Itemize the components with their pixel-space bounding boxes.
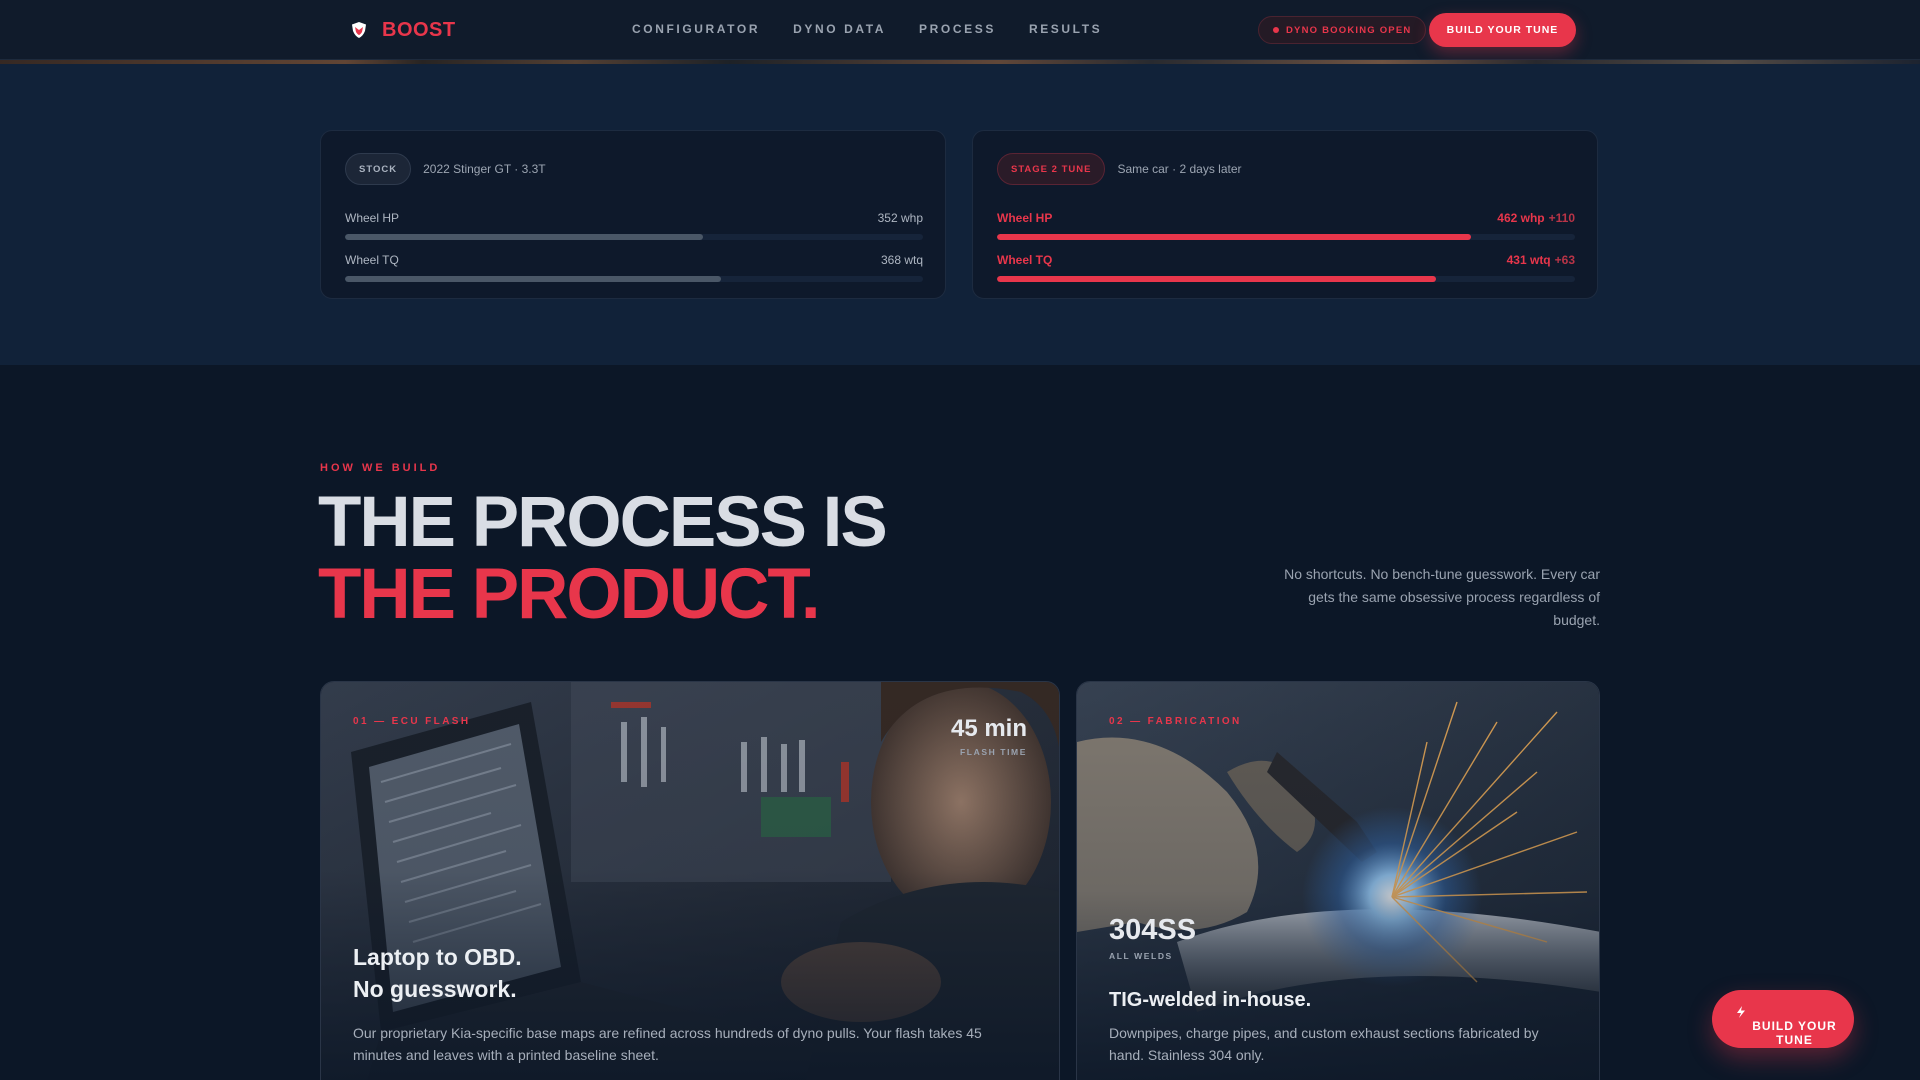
metric-value: 462 whp: [1497, 211, 1545, 225]
floating-build-your-tune-button[interactable]: BUILD YOUR TUNE: [1712, 990, 1854, 1048]
brand-logo[interactable]: BOOST: [350, 18, 456, 42]
progress-fill: [345, 234, 704, 240]
car-subtitle: Same car · 2 days later: [1117, 162, 1242, 176]
stat-caption: ALL WELDS: [1109, 951, 1173, 961]
nav-links: CONFIGURATOR DYNO DATA PROCESS RESULTS: [632, 22, 1102, 36]
metric-label: Wheel HP: [997, 211, 1053, 225]
booking-status-text: DYNO BOOKING OPEN: [1286, 24, 1412, 36]
brand-name: BOOST: [382, 18, 456, 41]
progress-track: [345, 276, 923, 282]
card-description: Downpipes, charge pipes, and custom exha…: [1109, 1025, 1539, 1063]
car-subtitle: 2022 Stinger GT · 3.3T: [423, 162, 546, 176]
nav-link-process[interactable]: PROCESS: [919, 22, 996, 36]
metric-wheel-tq: Wheel TQ 368 wtq: [345, 253, 923, 282]
metric-wheel-hp: Wheel HP 462 whp +110: [997, 211, 1575, 240]
tig-welding-photo: [1077, 682, 1599, 1080]
metric-delta: +110: [1548, 211, 1575, 225]
section-eyebrow: HOW WE BUILD: [320, 462, 441, 474]
dyno-comparison-section: STOCK 2022 Stinger GT · 3.3T Wheel HP 35…: [0, 64, 1920, 365]
metric-value: 431 wtq: [1506, 253, 1551, 267]
build-your-tune-button[interactable]: BUILD YOUR TUNE: [1429, 13, 1576, 47]
card-header: STAGE 2 TUNE Same car · 2 days later: [997, 153, 1242, 185]
stage2-results-card: STAGE 2 TUNE Same car · 2 days later Whe…: [972, 130, 1598, 299]
stat-caption: FLASH TIME: [960, 747, 1027, 757]
nav-link-configurator[interactable]: CONFIGURATOR: [632, 22, 760, 36]
dyno-booking-status-badge: DYNO BOOKING OPEN: [1258, 16, 1427, 44]
metric-label: Wheel TQ: [345, 253, 399, 267]
progress-fill: [345, 276, 721, 282]
material-stat: 304SS ALL WELDS: [1109, 914, 1196, 961]
mechanic-laptop-photo: [321, 682, 1059, 1080]
ecu-flash-card[interactable]: 01 — ECU FLASH 45 min FLASH TIME Laptop …: [320, 681, 1060, 1080]
metric-label: Wheel HP: [345, 211, 400, 225]
section-intro: No shortcuts. No bench-tune guesswork. E…: [1284, 566, 1600, 628]
card-title: Laptop to OBD. No guesswork.: [353, 941, 773, 1005]
nav-link-dyno-data[interactable]: DYNO DATA: [793, 22, 886, 36]
status-dot-icon: [1273, 27, 1279, 33]
headline-line-2: THE PRODUCT.: [318, 555, 821, 634]
stat-value: 304SS: [1109, 914, 1197, 946]
progress-fill: [997, 276, 1437, 282]
metric-value: 352 whp: [877, 211, 923, 225]
card-title-line-1: Laptop to OBD.: [353, 944, 522, 970]
progress-track: [997, 234, 1575, 240]
shield-logo-icon: [352, 22, 366, 38]
section-headline: THE PROCESS IS THE PRODUCT.: [318, 483, 888, 634]
metric-wheel-hp: Wheel HP 352 whp: [345, 211, 923, 240]
flash-time-stat: 45 min FLASH TIME: [951, 715, 1027, 757]
card-header: STOCK 2022 Stinger GT · 3.3T: [345, 153, 546, 185]
progress-fill: [997, 234, 1471, 240]
fabrication-card[interactable]: 02 — FABRICATION 304SS ALL WELDS TIG-wel…: [1076, 681, 1600, 1080]
card-description: Our proprietary Kia-specific base maps a…: [353, 1025, 982, 1063]
metric-label: Wheel TQ: [997, 253, 1053, 267]
lightning-bolt-icon: [1737, 1006, 1745, 1018]
stock-chip: STOCK: [345, 153, 412, 185]
stat-value: 45 min: [950, 715, 1027, 742]
floating-cta-label: BUILD YOUR TUNE: [1752, 1019, 1837, 1047]
metric-delta: +63: [1554, 253, 1575, 267]
card-tag: 01 — ECU FLASH: [353, 716, 471, 727]
headline-line-1: THE PROCESS IS: [318, 483, 888, 562]
stage2-chip: STAGE 2 TUNE: [997, 153, 1106, 185]
card-tag: 02 — FABRICATION: [1109, 716, 1242, 727]
top-nav: BOOST CONFIGURATOR DYNO DATA PROCESS RES…: [0, 0, 1920, 60]
nav-link-results[interactable]: RESULTS: [1029, 22, 1102, 36]
card-title: TIG-welded in-house.: [1109, 989, 1312, 1011]
progress-track: [345, 234, 923, 240]
metric-wheel-tq: Wheel TQ 431 wtq +63: [997, 253, 1575, 282]
metric-value: 368 wtq: [880, 253, 923, 267]
stock-results-card: STOCK 2022 Stinger GT · 3.3T Wheel HP 35…: [320, 130, 946, 299]
process-section: HOW WE BUILD THE PROCESS IS THE PRODUCT.…: [0, 365, 1920, 1080]
card-title-line-2: No guesswork.: [353, 976, 517, 1002]
progress-track: [997, 276, 1575, 282]
